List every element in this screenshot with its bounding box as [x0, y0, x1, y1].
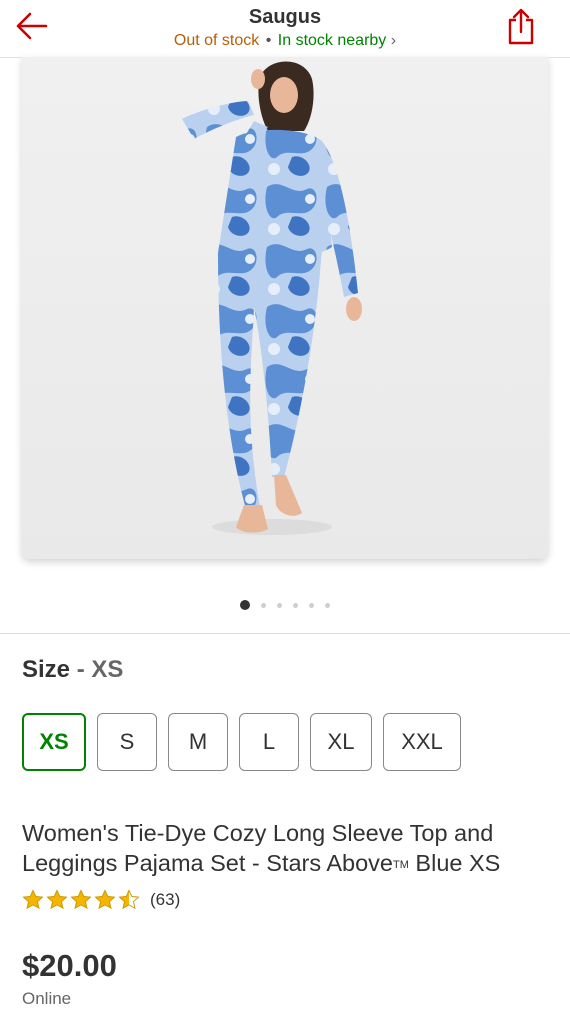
- size-option-xs[interactable]: XS: [22, 713, 86, 771]
- star-icon: [118, 889, 140, 910]
- size-option-xxl[interactable]: XXL: [383, 713, 461, 771]
- divider: [0, 633, 570, 634]
- store-name[interactable]: Saugus: [0, 6, 570, 29]
- product-title: Women's Tie-Dye Cozy Long Sleeve Top and…: [22, 818, 552, 880]
- star-icon: [22, 889, 44, 910]
- pager-dot[interactable]: [240, 600, 250, 610]
- size-option-l[interactable]: L: [239, 713, 299, 771]
- trademark: TM: [393, 858, 409, 871]
- product-title-end: Blue XS: [408, 850, 501, 876]
- rating[interactable]: (63): [22, 889, 180, 911]
- price: $20.00: [22, 948, 117, 983]
- pager-dot[interactable]: [261, 602, 266, 608]
- product-photo: [22, 57, 548, 559]
- sales-channel: Online: [22, 989, 72, 1008]
- image-pager[interactable]: [0, 600, 570, 610]
- star-rating: [22, 889, 140, 911]
- share-icon[interactable]: [504, 6, 538, 46]
- star-icon: [94, 889, 116, 910]
- stock-status: Out of stock: [173, 32, 260, 49]
- selected-size: XS: [91, 656, 124, 683]
- top-bar: Saugus Out of stock • In stock nearby ›: [0, 0, 570, 58]
- star-icon: [46, 889, 68, 910]
- review-count[interactable]: (63): [150, 890, 180, 910]
- status-separator: •: [265, 32, 272, 49]
- chevron-right-icon: ›: [390, 32, 397, 49]
- pager-dot[interactable]: [325, 602, 330, 608]
- product-image[interactable]: [22, 57, 548, 559]
- pager-dot[interactable]: [277, 602, 282, 608]
- pager-dot[interactable]: [309, 602, 314, 608]
- pager-dot[interactable]: [293, 602, 298, 608]
- size-options: XS S M L XL XXL: [22, 713, 461, 771]
- size-option-m[interactable]: M: [168, 713, 228, 771]
- size-separator: -: [76, 656, 85, 683]
- nearby-stock-link[interactable]: In stock nearby: [278, 32, 387, 49]
- size-option-s[interactable]: S: [97, 713, 157, 771]
- size-label: Size: [22, 656, 71, 683]
- size-heading: Size - XS: [22, 656, 123, 684]
- star-icon: [70, 889, 92, 910]
- size-option-xl[interactable]: XL: [310, 713, 372, 771]
- stock-status-line[interactable]: Out of stock • In stock nearby ›: [0, 32, 570, 50]
